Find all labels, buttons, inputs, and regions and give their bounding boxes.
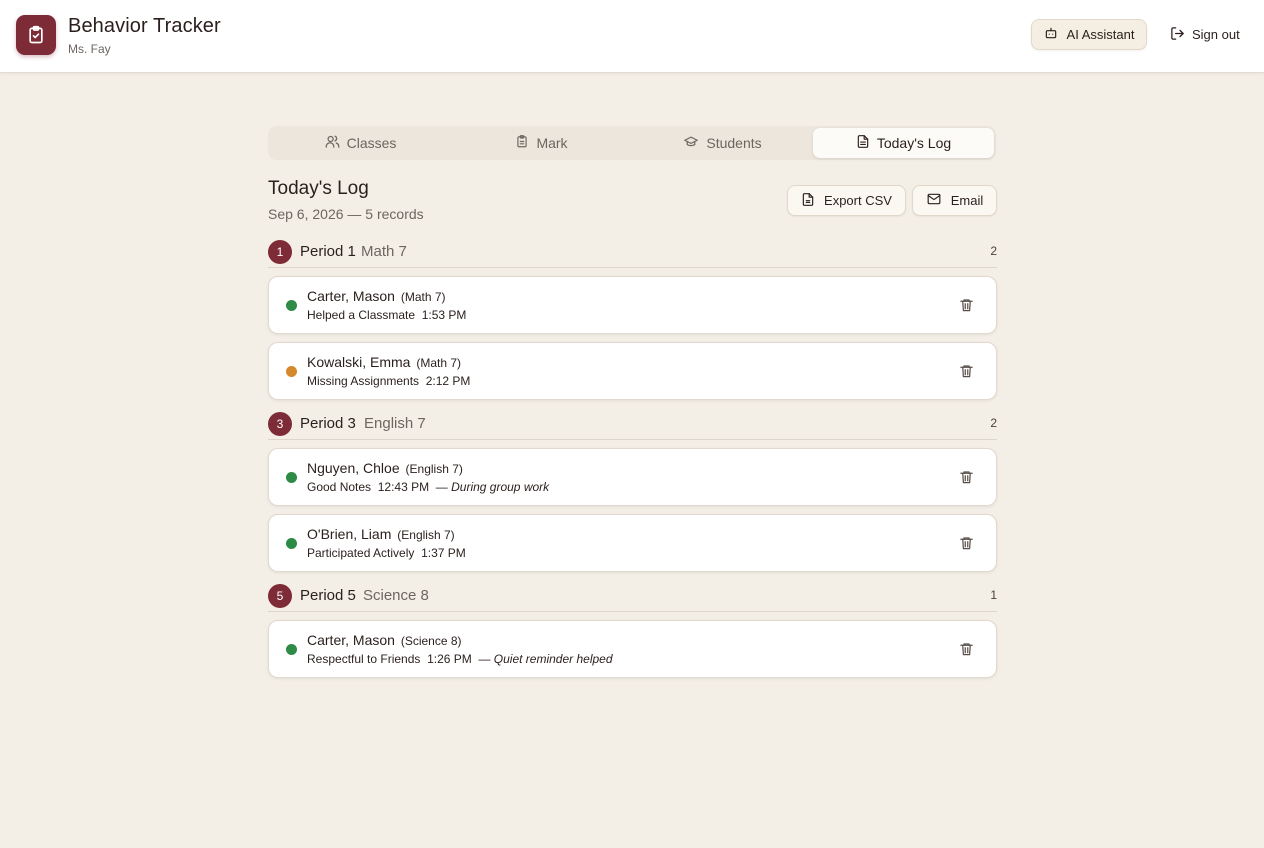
record-details: Participated Actively 1:37 PM [307, 546, 466, 560]
users-icon [325, 134, 340, 152]
document-icon [856, 134, 870, 152]
student-class: (Math 7) [416, 356, 462, 370]
ai-assistant-label: AI Assistant [1066, 27, 1135, 42]
log-record: O'Brien, Liam (English 7) Participated A… [268, 514, 997, 572]
student-name: Nguyen, Chloe [307, 460, 400, 476]
period-number-badge: 5 [268, 584, 292, 608]
tab-label: Classes [346, 135, 397, 151]
student-class: (English 7) [397, 528, 455, 542]
period-number-badge: 1 [268, 240, 292, 264]
log-out-icon [1170, 26, 1185, 44]
log-record: Carter, Mason (Math 7) Helped a Classmat… [268, 276, 997, 334]
status-dot [286, 472, 297, 483]
note-separator: — [432, 480, 452, 494]
period-record-count: 2 [990, 244, 997, 258]
tab-label: Today's Log [876, 135, 952, 151]
status-dot [286, 538, 297, 549]
log-record: Kowalski, Emma (Math 7) Missing Assignme… [268, 342, 997, 400]
student-name: Carter, Mason [307, 632, 395, 648]
export-csv-label: Export CSV [824, 193, 892, 208]
period-subject: English 7 [364, 415, 426, 432]
period-header: 5 Period 5 Science 8 1 [268, 584, 997, 612]
period-name: Period 5 [300, 587, 356, 604]
record-time: 1:37 PM [421, 546, 466, 560]
clipboard-check-icon [16, 15, 56, 55]
student-name: Kowalski, Emma [307, 354, 411, 370]
status-dot [286, 644, 297, 655]
app-title: Behavior Tracker [68, 15, 221, 37]
export-csv-button[interactable]: Export CSV [787, 185, 906, 216]
period-name: Period 1 [300, 243, 356, 260]
record-student: Carter, Mason (Math 7) [307, 288, 446, 304]
tab-students[interactable]: Students [632, 128, 813, 158]
trash-icon[interactable] [958, 469, 974, 485]
clipboard-icon [515, 134, 529, 152]
tab-classes[interactable]: Classes [270, 128, 451, 158]
trash-icon[interactable] [958, 363, 974, 379]
record-time: 12:43 PM [377, 480, 430, 494]
period-header: 3 Period 3 English 7 2 [268, 412, 997, 440]
status-dot [286, 366, 297, 377]
period-header: 1 Period 1 Math 7 2 [268, 240, 997, 268]
record-note: During group work [451, 480, 550, 494]
behavior-label: Helped a Classmate [307, 308, 416, 322]
record-details: Helped a Classmate 1:53 PM [307, 308, 466, 322]
record-student: Kowalski, Emma (Math 7) [307, 354, 461, 370]
ai-assistant-button[interactable]: AI Assistant [1031, 19, 1147, 50]
tab-mark[interactable]: Mark [451, 128, 632, 158]
log-record: Nguyen, Chloe (English 7) Good Notes 12:… [268, 448, 997, 506]
behavior-label: Respectful to Friends [307, 652, 421, 666]
record-details: Missing Assignments 2:12 PM [307, 374, 470, 388]
trash-icon[interactable] [958, 297, 974, 313]
student-name: Carter, Mason [307, 288, 395, 304]
page-title: Today's Log [268, 178, 369, 199]
sign-out-label: Sign out [1192, 27, 1240, 42]
student-class: (Science 8) [400, 634, 462, 648]
period-subject: Science 8 [363, 587, 429, 604]
mail-icon [926, 192, 942, 209]
log-subtitle: Sep 6, 2026 — 5 records [268, 206, 424, 222]
status-dot [286, 300, 297, 311]
behavior-label: Missing Assignments [307, 374, 420, 388]
bot-icon [1044, 26, 1058, 43]
record-student: Nguyen, Chloe (English 7) [307, 460, 463, 476]
tab-label: Students [706, 135, 762, 151]
email-button[interactable]: Email [912, 185, 997, 216]
email-label: Email [950, 193, 984, 208]
behavior-label: Participated Actively [307, 546, 415, 560]
file-csv-icon [801, 192, 815, 210]
record-student: Carter, Mason (Science 8) [307, 632, 462, 648]
graduation-cap-icon [683, 134, 699, 152]
student-class: (Math 7) [400, 290, 446, 304]
record-details: Good Notes 12:43 PM — During group work [307, 480, 549, 494]
trash-icon[interactable] [958, 535, 974, 551]
record-time: 1:53 PM [421, 308, 467, 322]
main-tabs: Classes Mark Students Today's Log [268, 126, 996, 160]
tab-label: Mark [536, 135, 568, 151]
record-note: Quiet reminder helped [493, 652, 613, 666]
tab-todays-log[interactable]: Today's Log [813, 128, 994, 158]
period-name: Period 3 [300, 415, 356, 432]
behavior-label: Good Notes [307, 480, 372, 494]
note-separator: — [475, 652, 494, 666]
sign-out-button[interactable]: Sign out [1164, 19, 1244, 50]
student-name: O'Brien, Liam [307, 526, 392, 542]
log-record: Carter, Mason (Science 8) Respectful to … [268, 620, 997, 678]
period-subject: Math 7 [361, 243, 407, 260]
period-number-badge: 3 [268, 412, 292, 436]
record-details: Respectful to Friends 1:26 PM — Quiet re… [307, 652, 613, 666]
record-time: 2:12 PM [425, 374, 471, 388]
record-student: O'Brien, Liam (English 7) [307, 526, 455, 542]
teacher-name: Ms. Fay [68, 42, 111, 56]
record-time: 1:26 PM [427, 652, 472, 666]
period-record-count: 2 [990, 416, 997, 430]
period-record-count: 1 [990, 588, 997, 602]
trash-icon[interactable] [958, 641, 974, 657]
app-header: Behavior Tracker Ms. Fay AI Assistant Si… [0, 0, 1264, 73]
student-class: (English 7) [405, 462, 463, 476]
